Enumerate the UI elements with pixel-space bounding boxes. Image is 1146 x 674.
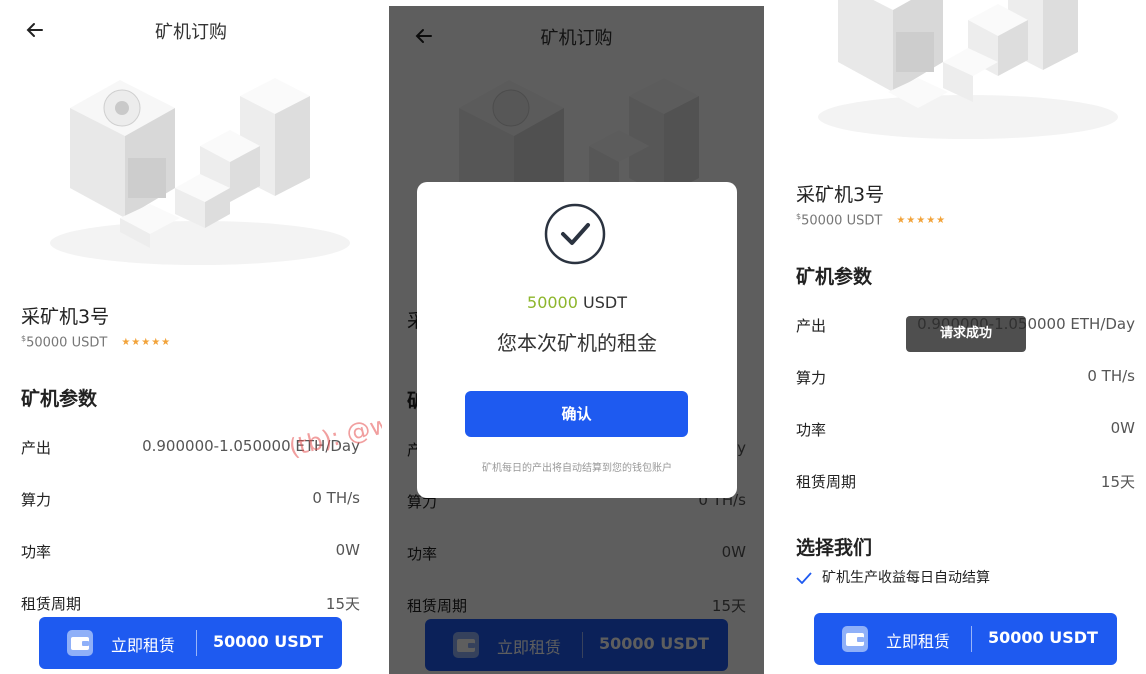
rent-now-label: 立即租赁	[886, 632, 951, 651]
feature-item: 矿机生产收益每日自动结算	[796, 567, 990, 587]
param-row-power: 功率 0W	[796, 419, 1135, 443]
wallet-icon	[842, 626, 868, 652]
product-price: 50000 USDT	[801, 213, 883, 229]
nav-bar: 矿机订购	[0, 0, 382, 58]
product-price-row: $50000 USDT ★★★★★	[21, 334, 171, 350]
rent-confirm-dialog: 50000 USDT 您本次矿机的租金 确认 矿机每日的产出将自动结算到您的钱包…	[417, 182, 737, 498]
divider	[971, 626, 972, 652]
rent-now-label: 立即租赁	[111, 636, 176, 655]
rent-now-button[interactable]: 立即租赁 50000 USDT	[39, 617, 342, 669]
rating-stars: ★★★★★	[121, 337, 172, 349]
success-toast: 请求成功	[906, 316, 1026, 352]
feature-text: 矿机生产收益每日自动结算	[822, 570, 990, 586]
param-label: 功率	[21, 543, 52, 561]
order-page-confirm-dialog: 矿机订购 采矿机3号 矿机参数 产出 0.900000-1.050000 ETH…	[389, 6, 764, 674]
dialog-amount: 50000 USDT	[417, 293, 737, 312]
rent-now-button[interactable]: 立即租赁 50000 USDT	[814, 613, 1117, 665]
param-label: 租赁周期	[796, 473, 857, 491]
product-price: 50000 USDT	[26, 335, 108, 351]
order-page-scrolled: 采矿机3号 $50000 USDT ★★★★★ 矿机参数 产出 0.900000-…	[778, 0, 1146, 674]
rent-amount: 50000 USDT	[213, 632, 323, 651]
mining-machines-illustration	[50, 78, 350, 265]
param-value: 0 TH/s	[1087, 367, 1135, 385]
dialog-amount-unit: USDT	[577, 293, 627, 312]
param-label: 租赁周期	[21, 595, 82, 613]
order-page-default: 矿机订购 采矿机3号 $50000 USDT ★★★★★ 矿机参数 产出 0.90…	[0, 0, 382, 674]
product-name: 采矿机3号	[21, 306, 110, 328]
params-title: 矿机参数	[796, 266, 873, 288]
rent-amount: 50000 USDT	[988, 628, 1098, 647]
param-label: 产出	[796, 317, 827, 335]
check-circle-icon	[544, 203, 606, 265]
param-value: 15天	[1100, 473, 1135, 491]
confirm-button[interactable]: 确认	[465, 391, 688, 437]
params-title: 矿机参数	[21, 388, 98, 410]
product-price-row: $50000 USDT ★★★★★	[796, 212, 946, 228]
param-value: 0W	[1110, 419, 1135, 437]
rating-stars: ★★★★★	[896, 215, 947, 227]
wallet-icon	[67, 630, 93, 656]
param-label: 功率	[796, 421, 827, 439]
param-row-hashrate: 算力 0 TH/s	[21, 489, 360, 513]
param-label: 算力	[796, 369, 827, 387]
dialog-note: 矿机每日的产出将自动结算到您的钱包账户	[482, 463, 672, 474]
divider	[196, 630, 197, 656]
dialog-description: 您本次矿机的租金	[497, 331, 657, 355]
page-title: 矿机订购	[155, 22, 227, 43]
mining-machines-illustration	[818, 0, 1118, 139]
check-icon	[796, 572, 812, 585]
param-label: 产出	[21, 439, 52, 457]
param-row-hashrate: 算力 0 TH/s	[796, 367, 1135, 391]
param-label: 算力	[21, 491, 52, 509]
param-row-period: 租赁周期 15天	[21, 593, 360, 617]
product-name: 采矿机3号	[796, 184, 885, 206]
param-row-power: 功率 0W	[21, 541, 360, 565]
why-us-title: 选择我们	[796, 537, 873, 559]
param-value: 15天	[325, 595, 360, 613]
param-value: 0W	[335, 541, 360, 559]
param-row-period: 租赁周期 15天	[796, 471, 1135, 495]
dialog-amount-number: 50000	[527, 293, 578, 312]
param-value: 0 TH/s	[312, 489, 360, 507]
